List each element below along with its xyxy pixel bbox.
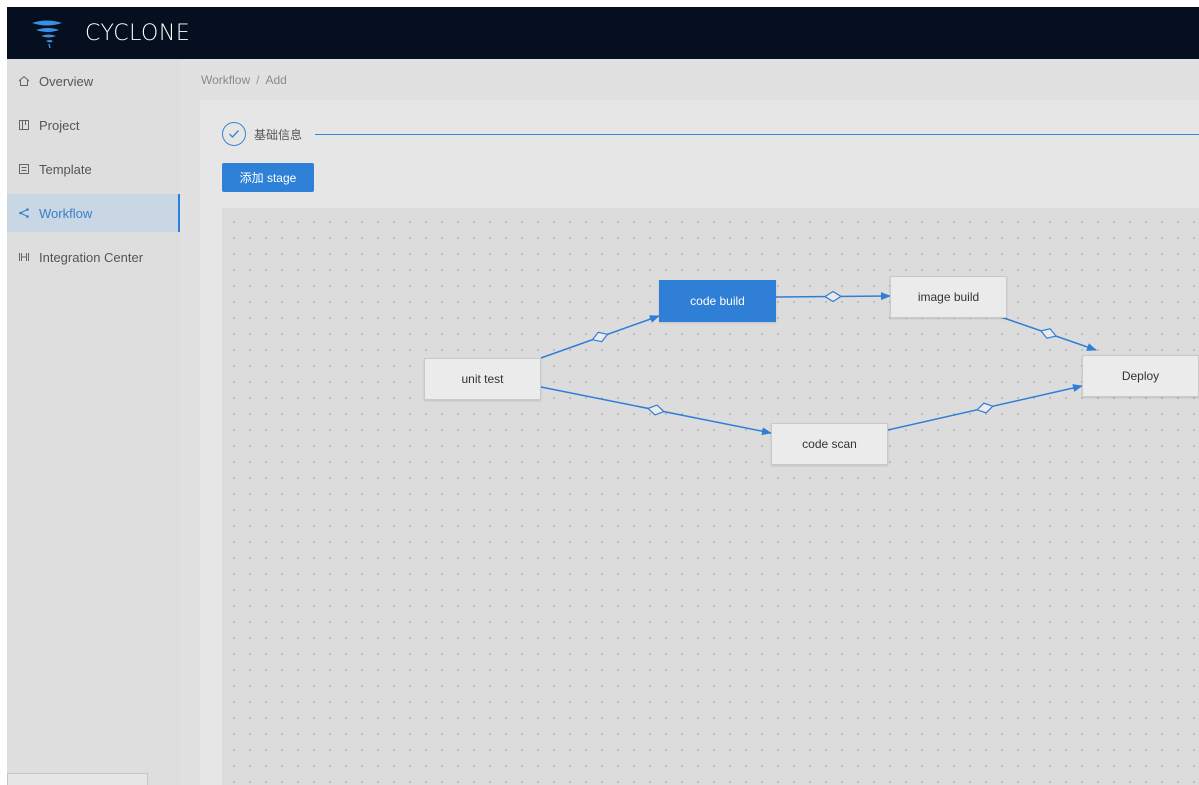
sidebar: Overview Project Template Workflow Integ… [7, 59, 180, 785]
project-icon [17, 118, 31, 132]
sidebar-item-template[interactable]: Template [7, 150, 180, 188]
edge-diamond-icon[interactable] [823, 290, 843, 303]
stage-node-label: code build [690, 294, 745, 308]
edge-diamond-icon[interactable] [1039, 326, 1058, 341]
edge-diamond-icon[interactable] [647, 404, 665, 417]
app-window: CYCLONE Overview Project Template Workfl… [7, 7, 1199, 785]
stage-node-label: unit test [461, 372, 504, 386]
sidebar-item-label: Project [39, 117, 80, 133]
step-basic-info: 基础信息 [222, 122, 302, 146]
breadcrumb-item-add: Add [265, 73, 287, 87]
breadcrumb: Workflow / Add [201, 73, 287, 87]
step-connector-line [315, 134, 1199, 135]
breadcrumb-item-workflow[interactable]: Workflow [201, 73, 250, 87]
main-area: Workflow / Add 基础信息 添加 stage unit test c… [180, 59, 1199, 785]
stage-node-unit-test[interactable]: unit test [424, 358, 541, 400]
stage-node-label: Deploy [1121, 369, 1160, 383]
stage-node-code-scan[interactable]: code scan [771, 423, 888, 465]
edge-diamond-icon[interactable] [591, 330, 609, 345]
workflow-form: 基础信息 添加 stage unit test code build image… [200, 100, 1199, 785]
stage-node-code-build[interactable]: code build [659, 280, 776, 322]
template-icon [17, 162, 31, 176]
home-icon [17, 74, 31, 88]
step-label: 基础信息 [254, 127, 303, 142]
check-icon [222, 122, 246, 146]
sidebar-item-overview[interactable]: Overview [7, 62, 180, 100]
add-stage-button[interactable]: 添加 stage [222, 163, 314, 192]
cyclone-logo-icon[interactable] [29, 17, 65, 49]
sidebar-item-workflow[interactable]: Workflow [7, 194, 180, 232]
stage-node-image-build[interactable]: image build [890, 276, 1007, 318]
stage-node-label: image build [917, 290, 980, 304]
stage-node-deploy[interactable]: Deploy [1082, 355, 1199, 397]
sidebar-collapse-button[interactable] [7, 773, 148, 785]
sidebar-item-label: Overview [39, 73, 94, 89]
sidebar-item-project[interactable]: Project [7, 106, 180, 144]
edge-diamond-icon[interactable] [976, 401, 994, 414]
sidebar-item-label: Workflow [39, 205, 93, 221]
sidebar-item-label: Integration Center [39, 249, 144, 265]
sidebar-item-label: Template [39, 161, 92, 177]
top-bar: CYCLONE [7, 7, 1199, 59]
sidebar-item-integration-center[interactable]: Integration Center [7, 238, 180, 276]
workflow-canvas[interactable]: unit test code build image build code sc… [222, 208, 1199, 785]
breadcrumb-separator: / [256, 73, 260, 87]
stage-node-label: code scan [802, 437, 857, 451]
app-title: CYCLONE [85, 20, 191, 46]
integration-icon [17, 250, 31, 264]
share-icon [17, 206, 31, 220]
